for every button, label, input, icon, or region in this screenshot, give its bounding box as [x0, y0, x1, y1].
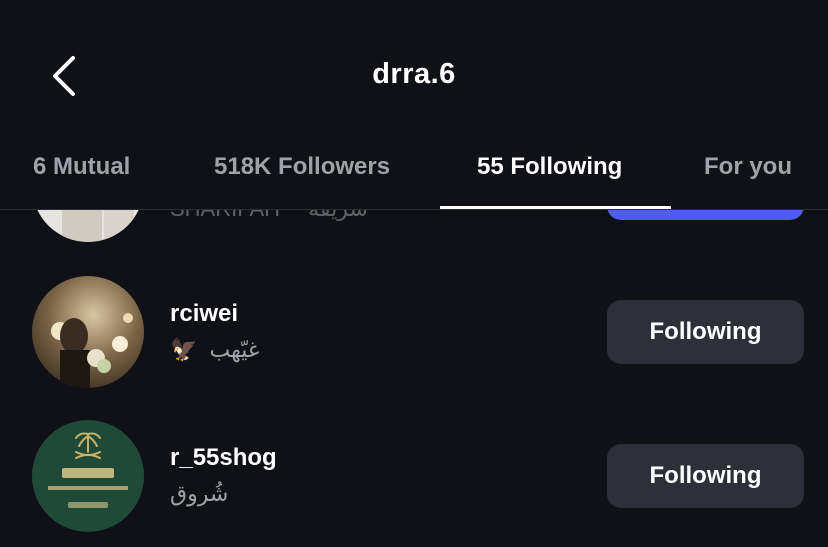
follow-button[interactable]: [607, 210, 804, 220]
list-item[interactable]: rciwei 🦅 غيّهب Following: [0, 276, 828, 396]
following-list: SHARIFAH شريفة: [0, 210, 828, 547]
tab-followers[interactable]: 518K Followers: [214, 150, 390, 184]
avatar[interactable]: [32, 210, 144, 242]
following-button[interactable]: Following: [607, 444, 804, 508]
list-item[interactable]: SHARIFAH شريفة: [0, 210, 828, 243]
user-name[interactable]: r_55shog: [170, 444, 277, 472]
list-item[interactable]: r_55shog شُروق Following: [0, 420, 828, 540]
tab-bar: 6 Mutual 518K Followers 55 Following For…: [0, 150, 828, 210]
avatar[interactable]: [32, 420, 144, 532]
user-subtitle: SHARIFAH شريفة: [170, 210, 368, 222]
user-subtitle: 🦅 غيّهب: [170, 337, 260, 362]
user-name[interactable]: rciwei: [170, 300, 238, 328]
page-title: drra.6: [372, 58, 456, 90]
following-button[interactable]: Following: [607, 300, 804, 364]
tab-for-you[interactable]: For you: [704, 150, 792, 184]
user-subtitle: شُروق: [170, 481, 229, 506]
tab-mutual[interactable]: 6 Mutual: [33, 150, 130, 184]
header: drra.6: [0, 0, 828, 150]
tab-following[interactable]: 55 Following: [477, 150, 622, 184]
eagle-emoji: 🦅: [170, 337, 198, 362]
avatar[interactable]: [32, 276, 144, 388]
